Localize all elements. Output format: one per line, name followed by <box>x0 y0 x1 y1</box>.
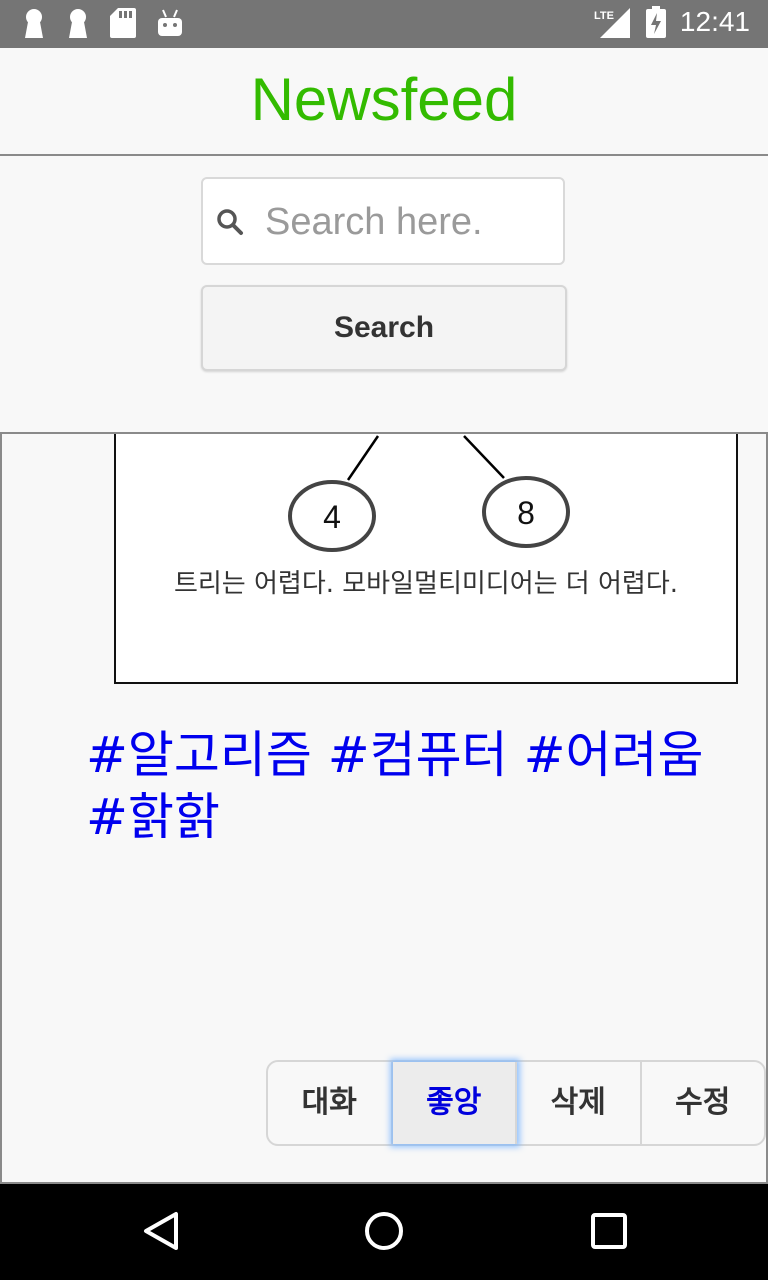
tree-node-label: 4 <box>323 499 341 535</box>
delete-button[interactable]: 삭제 <box>517 1062 642 1144</box>
sd-card-icon <box>110 8 136 38</box>
home-icon[interactable] <box>363 1210 405 1256</box>
search-icon <box>215 207 245 241</box>
battery-charging-icon <box>645 6 666 38</box>
keyhole-icon <box>22 8 46 38</box>
post-text: 트리는 어렵다. 모바일멀티미디어는 더 어렵다. <box>173 569 679 599</box>
post-actions: 대화 좋앙 삭제 수정 <box>266 1060 766 1146</box>
android-icon <box>156 8 184 38</box>
search-box[interactable] <box>201 177 565 265</box>
post-image: 4 8 <box>156 434 580 564</box>
page-title: Newsfeed <box>250 66 518 133</box>
status-bar: LTE 12:41 <box>0 0 768 48</box>
app-header: Newsfeed <box>0 48 768 156</box>
chat-button[interactable]: 대화 <box>268 1062 393 1144</box>
keyhole-icon <box>66 8 90 38</box>
svg-text:LTE: LTE <box>594 10 614 22</box>
post-card: 4 8 트리는 어렵다. 모바일멀티미디어는 더 어렵다. <box>114 434 738 684</box>
tree-node-label: 8 <box>517 495 535 531</box>
search-button[interactable]: Search <box>201 285 567 371</box>
clock: 12:41 <box>679 6 750 37</box>
back-icon[interactable] <box>140 1210 182 1256</box>
navigation-bar <box>0 1184 768 1280</box>
lte-signal-icon: LTE <box>594 6 632 38</box>
newsfeed-content[interactable]: 4 8 트리는 어렵다. 모바일멀티미디어는 더 어렵다. #알고리즘 #컴퓨터… <box>0 432 768 1184</box>
like-button[interactable]: 좋앙 <box>392 1062 517 1144</box>
search-input[interactable] <box>263 189 557 255</box>
edit-button[interactable]: 수정 <box>642 1062 765 1144</box>
recents-icon[interactable] <box>588 1210 630 1256</box>
post-hashtags[interactable]: #알고리즘 #컴퓨터 #어려움 #핡핡 <box>86 724 746 848</box>
